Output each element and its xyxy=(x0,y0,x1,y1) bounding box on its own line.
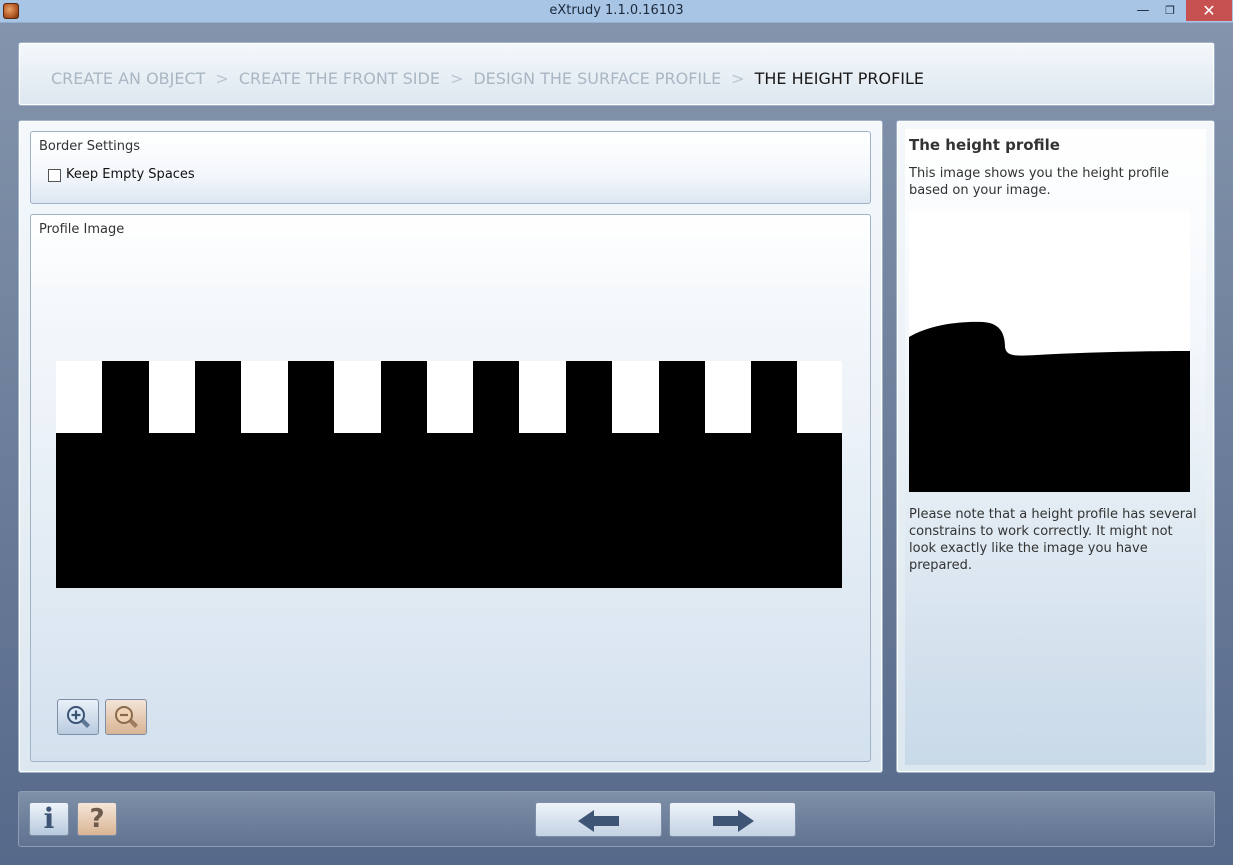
keep-empty-spaces-label[interactable]: Keep Empty Spaces xyxy=(66,167,195,182)
breadcrumb-panel: CREATE AN OBJECT > CREATE THE FRONT SIDE > D… xyxy=(18,42,1215,106)
info-box: The height profile This image shows you … xyxy=(905,129,1206,765)
info-note: Please note that a height profile has se… xyxy=(909,507,1197,573)
title-bar: eXtrudy 1.1.0.16103 — ❐ ✕ xyxy=(0,0,1233,23)
border-settings-group: Border Settings Keep Empty Spaces xyxy=(30,131,871,204)
zoom-out-button[interactable] xyxy=(105,699,147,735)
back-button[interactable] xyxy=(535,802,662,837)
breadcrumb-step-surface-profile[interactable]: DESIGN THE SURFACE PROFILE xyxy=(473,69,721,88)
help-button[interactable]: ? xyxy=(77,802,117,836)
breadcrumb-step-front-side[interactable]: CREATE THE FRONT SIDE xyxy=(239,69,440,88)
profile-image-title: Profile Image xyxy=(39,222,125,237)
breadcrumb-step-create-object[interactable]: CREATE AN OBJECT xyxy=(51,69,205,88)
right-panel: The height profile This image shows you … xyxy=(896,120,1215,773)
zoom-out-icon xyxy=(115,706,138,728)
keep-empty-spaces-checkbox[interactable] xyxy=(48,169,61,182)
info-title: The height profile xyxy=(909,136,1060,154)
next-button[interactable] xyxy=(669,802,796,837)
border-settings-title: Border Settings xyxy=(39,139,141,154)
profile-image-group: Profile Image xyxy=(30,214,871,762)
info-button[interactable]: i xyxy=(29,802,69,836)
maximize-button[interactable]: ❐ xyxy=(1160,0,1180,21)
bottom-toolbar: i ? xyxy=(18,791,1215,847)
zoom-in-button[interactable] xyxy=(57,699,99,735)
info-text: This image shows you the height profile … xyxy=(909,166,1169,198)
close-button[interactable]: ✕ xyxy=(1186,0,1232,21)
profile-image-viewport[interactable] xyxy=(47,245,853,745)
minimize-button[interactable]: — xyxy=(1133,0,1153,21)
window-title: eXtrudy 1.1.0.16103 xyxy=(549,3,684,18)
breadcrumb-separator: > xyxy=(449,69,464,88)
profile-image xyxy=(56,361,842,588)
zoom-in-icon xyxy=(67,706,90,728)
breadcrumb-separator: > xyxy=(215,69,229,88)
breadcrumb-step-height-profile: THE HEIGHT PROFILE xyxy=(754,69,925,88)
breadcrumb-separator: > xyxy=(731,69,745,88)
breadcrumb: CREATE AN OBJECT > CREATE THE FRONT SIDE > D… xyxy=(51,69,924,88)
arrow-right-icon xyxy=(713,810,754,832)
height-profile-image xyxy=(909,211,1190,492)
left-panel: Border Settings Keep Empty Spaces Profil… xyxy=(18,120,883,773)
arrow-left-icon xyxy=(578,810,619,832)
